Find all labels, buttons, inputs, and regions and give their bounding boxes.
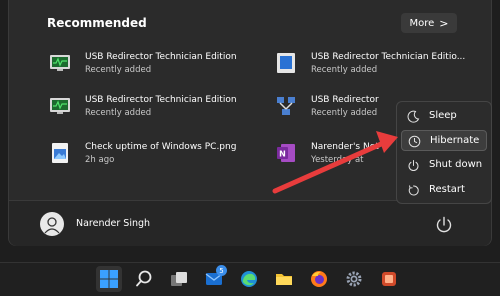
windows-logo-icon: [100, 270, 118, 288]
power-menu-label: Hibernate: [430, 135, 480, 146]
power-menu-hibernate[interactable]: Hibernate: [401, 130, 487, 151]
recommended-item[interactable]: Check uptime of Windows PC.png 2h ago: [49, 140, 259, 170]
moon-icon: [407, 110, 420, 123]
chevron-right-icon: >: [439, 16, 449, 30]
power-menu-label: Shut down: [429, 159, 483, 170]
item-name: USB Redirector Technician Edition: [85, 52, 237, 62]
power-icon: [408, 160, 419, 171]
restart-icon: [408, 185, 419, 196]
power-button[interactable]: [433, 214, 455, 236]
power-menu-shutdown[interactable]: Shut down: [401, 155, 487, 176]
search-button[interactable]: [131, 266, 157, 292]
file-explorer[interactable]: [271, 266, 297, 292]
recommended-item[interactable]: USB Redirector Technician Editio... Rece…: [275, 50, 485, 80]
item-name: Check uptime of Windows PC.png: [85, 142, 237, 152]
firefox-icon: [311, 271, 327, 287]
power-menu-restart[interactable]: Restart: [401, 180, 487, 201]
start-button[interactable]: [96, 266, 122, 292]
item-subtitle: Recently added: [311, 65, 378, 75]
item-name: USB Redirector: [311, 95, 379, 105]
item-subtitle: Recently added: [311, 108, 378, 118]
item-subtitle: Recently added: [85, 65, 152, 75]
power-menu-label: Sleep: [429, 110, 457, 121]
more-button[interactable]: More >: [401, 13, 457, 33]
item-name: USB Redirector Technician Editio...: [311, 52, 466, 62]
item-subtitle: Recently added: [85, 108, 152, 118]
firefox-browser[interactable]: [306, 266, 332, 292]
item-name: USB Redirector Technician Edition: [85, 95, 237, 105]
more-button-label: More: [409, 17, 435, 29]
edge-icon: [241, 271, 257, 287]
item-subtitle: Yesterday at: [311, 155, 364, 165]
usb-redirector-monitor-icon: [50, 98, 70, 114]
item-subtitle: 2h ago: [85, 155, 115, 165]
clock-icon: [408, 135, 421, 148]
user-name[interactable]: Narender Singh: [76, 218, 150, 229]
power-menu: Sleep Hibernate Shut down Restart: [396, 101, 492, 204]
notification-badge: 5: [216, 265, 227, 276]
search-icon: [136, 270, 152, 287]
power-menu-sleep[interactable]: Sleep: [401, 106, 487, 127]
gear-icon: [346, 271, 362, 287]
app-extra[interactable]: [376, 266, 402, 292]
recommended-title: Recommended: [47, 16, 147, 30]
task-view-icon: [171, 272, 187, 286]
svg-text:N: N: [279, 150, 286, 159]
power-menu-label: Restart: [429, 184, 465, 195]
image-file-icon: [52, 143, 68, 163]
folder-icon: [276, 274, 292, 285]
usb-redirector-network-icon: [277, 97, 295, 115]
usb-redirector-monitor-icon: [50, 55, 70, 71]
user-icon: [44, 217, 60, 234]
usb-redirector-app-icon: [277, 53, 295, 73]
item-name: Narender's Not: [311, 142, 379, 152]
recommended-item[interactable]: USB Redirector Technician Edition Recent…: [49, 50, 259, 80]
edge-browser[interactable]: [236, 266, 262, 292]
settings-app[interactable]: [341, 266, 367, 292]
mail-app[interactable]: 5: [201, 265, 227, 292]
avatar[interactable]: [40, 212, 64, 236]
recommended-item[interactable]: USB Redirector Technician Edition Recent…: [49, 93, 259, 123]
app-icon: [382, 272, 396, 286]
onenote-icon: N: [277, 144, 295, 162]
task-view-button[interactable]: [166, 266, 192, 292]
